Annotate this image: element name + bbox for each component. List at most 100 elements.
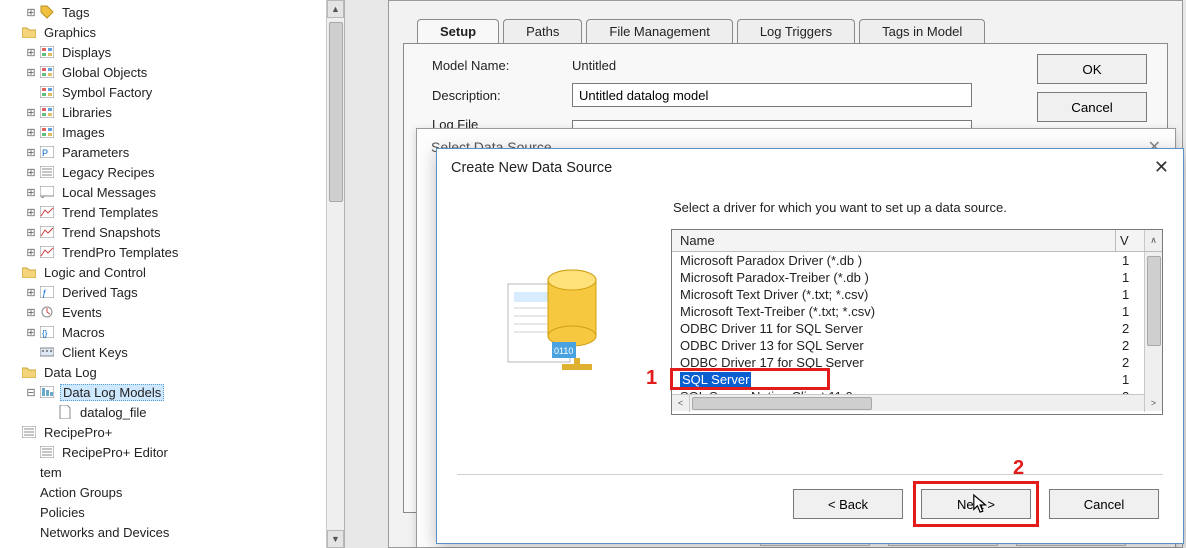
tree-item-recipepro-[interactable]: RecipePro+ xyxy=(0,422,344,442)
tree-item-legacy-recipes[interactable]: ⊞ Legacy Recipes xyxy=(0,162,344,182)
create-new-data-source-dialog: Create New Data Source ✕ 0110 xyxy=(436,148,1184,544)
tree-expander-icon[interactable]: ⊞ xyxy=(24,106,38,119)
scroll-up-button[interactable]: ▲ xyxy=(327,0,344,18)
description-input[interactable] xyxy=(572,83,972,107)
tree-expander-icon[interactable]: ⊞ xyxy=(24,146,38,159)
tree-item-label: Graphics xyxy=(42,25,98,40)
tree-item-label: Trend Snapshots xyxy=(60,225,163,240)
tree-item-policies[interactable]: Policies xyxy=(0,502,344,522)
driver-hscroll-thumb[interactable] xyxy=(692,397,872,410)
tree-item-data-log[interactable]: Data Log xyxy=(0,362,344,382)
project-explorer-tree[interactable]: ⊞TagsGraphics⊞Displays⊞Global ObjectsSym… xyxy=(0,0,345,548)
tree-expander-icon[interactable]: ⊟ xyxy=(24,386,38,399)
folder-icon xyxy=(20,264,38,280)
tree-item-recipepro-editor[interactable]: RecipePro+ Editor xyxy=(0,442,344,462)
driver-vscroll-thumb[interactable] xyxy=(1147,256,1161,346)
tab-log-triggers[interactable]: Log Triggers xyxy=(737,19,855,43)
tree-expander-icon[interactable]: ⊞ xyxy=(24,226,38,239)
tree-item-libraries[interactable]: ⊞ Libraries xyxy=(0,102,344,122)
tree-expander-icon[interactable]: ⊞ xyxy=(24,286,38,299)
tree-vertical-scrollbar[interactable]: ▲ ▼ xyxy=(326,0,344,548)
tree-item-client-keys[interactable]: Client Keys xyxy=(0,342,344,362)
driver-row-microsoft-paradox-treiber-db-[interactable]: Microsoft Paradox-Treiber (*.db )1 xyxy=(672,269,1162,286)
tab-file-management[interactable]: File Management xyxy=(586,19,732,43)
tree-expander-icon[interactable]: ⊞ xyxy=(24,186,38,199)
next-button[interactable]: Next > xyxy=(921,489,1031,519)
scroll-down-button[interactable]: ▼ xyxy=(327,530,344,548)
driver-col-name-header[interactable]: Name xyxy=(672,230,1116,251)
tree-expander-icon[interactable]: ⊞ xyxy=(24,66,38,79)
tree-item-trend-templates[interactable]: ⊞Trend Templates xyxy=(0,202,344,222)
driver-horizontal-scrollbar[interactable]: < > xyxy=(672,394,1162,411)
tree-expander-icon[interactable]: ⊞ xyxy=(24,206,38,219)
tree-item-label: RecipePro+ Editor xyxy=(60,445,170,460)
cnds-title-text: Create New Data Source xyxy=(451,160,612,176)
tree-expander-icon[interactable]: ⊞ xyxy=(24,246,38,259)
tree-item-label: Libraries xyxy=(60,105,114,120)
tree-item-data-log-models[interactable]: ⊟Data Log Models xyxy=(0,382,344,402)
tree-item-derived-tags[interactable]: ⊞ƒDerived Tags xyxy=(0,282,344,302)
driver-row-microsoft-text-driver-txt-csv-[interactable]: Microsoft Text Driver (*.txt; *.csv)1 xyxy=(672,286,1162,303)
tree-item-global-objects[interactable]: ⊞ Global Objects xyxy=(0,62,344,82)
tab-tags-in-model[interactable]: Tags in Model xyxy=(859,19,985,43)
tree-item-trendpro-templates[interactable]: ⊞TrendPro Templates xyxy=(0,242,344,262)
database-document-icon: 0110 xyxy=(502,254,612,384)
driver-hscroll-right[interactable]: > xyxy=(1144,395,1162,412)
tree-item-parameters[interactable]: ⊞PParameters xyxy=(0,142,344,162)
tree-item-label: Legacy Recipes xyxy=(60,165,157,180)
tree-expander-icon[interactable]: ⊞ xyxy=(24,46,38,59)
svg-text:P: P xyxy=(42,148,48,158)
cancel-button[interactable]: Cancel xyxy=(1037,92,1147,122)
tree-item-datalog-file[interactable]: datalog_file xyxy=(0,402,344,422)
driver-header-scroll-up[interactable]: ∧ xyxy=(1144,230,1162,251)
msg-icon xyxy=(38,184,56,200)
driver-vertical-scrollbar[interactable] xyxy=(1144,252,1162,397)
ok-button[interactable]: OK xyxy=(1037,54,1147,84)
cnds-instruction-text: Select a driver for which you want to se… xyxy=(673,200,1163,215)
tree-item-local-messages[interactable]: ⊞Local Messages xyxy=(0,182,344,202)
grid-icon xyxy=(38,84,56,100)
keys-icon xyxy=(38,344,56,360)
tree-item-trend-snapshots[interactable]: ⊞ Trend Snapshots xyxy=(0,222,344,242)
cnds-cancel-button[interactable]: Cancel xyxy=(1049,489,1159,519)
tree-expander-icon[interactable]: ⊞ xyxy=(24,6,38,19)
tree-item-events[interactable]: ⊞Events xyxy=(0,302,344,322)
tree-item-label: RecipePro+ xyxy=(42,425,114,440)
driver-row-odbc-driver-17-for-sql-server[interactable]: ODBC Driver 17 for SQL Server2 xyxy=(672,354,1162,371)
blank-icon xyxy=(16,484,34,500)
macro-icon: {} xyxy=(38,324,56,340)
tree-item-logic-and-control[interactable]: Logic and Control xyxy=(0,262,344,282)
tree-item-macros[interactable]: ⊞{}Macros xyxy=(0,322,344,342)
driver-row-microsoft-text-treiber-txt-csv-[interactable]: Microsoft Text-Treiber (*.txt; *.csv)1 xyxy=(672,303,1162,320)
cnds-close-icon[interactable]: ✕ xyxy=(1154,157,1169,178)
driver-row-sql-server[interactable]: SQL Server1 xyxy=(672,371,1162,388)
back-button[interactable]: < Back xyxy=(793,489,903,519)
tree-expander-icon[interactable]: ⊞ xyxy=(24,306,38,319)
driver-list[interactable]: Name V ∧ Microsoft Paradox Driver (*.db … xyxy=(671,229,1163,415)
scroll-thumb[interactable] xyxy=(329,22,343,202)
driver-row-sql-server-native-client-11-0[interactable]: SQL Server Native Client 11.02 xyxy=(672,388,1162,394)
tree-item-action-groups[interactable]: Action Groups xyxy=(0,482,344,502)
tree-expander-icon[interactable]: ⊞ xyxy=(24,166,38,179)
tab-paths[interactable]: Paths xyxy=(503,19,582,43)
driver-row-odbc-driver-11-for-sql-server[interactable]: ODBC Driver 11 for SQL Server2 xyxy=(672,320,1162,337)
tree-item-label: Policies xyxy=(38,505,87,520)
tree-item-graphics[interactable]: Graphics xyxy=(0,22,344,42)
driver-row-microsoft-paradox-driver-db-[interactable]: Microsoft Paradox Driver (*.db )1 xyxy=(672,252,1162,269)
tree-item-symbol-factory[interactable]: Symbol Factory xyxy=(0,82,344,102)
driver-row-odbc-driver-13-for-sql-server[interactable]: ODBC Driver 13 for SQL Server2 xyxy=(672,337,1162,354)
tree-expander-icon[interactable]: ⊞ xyxy=(24,326,38,339)
tree-item-label: Global Objects xyxy=(60,65,149,80)
tree-item-networks-and-devices[interactable]: Networks and Devices xyxy=(0,522,344,542)
tree-item-displays[interactable]: ⊞Displays xyxy=(0,42,344,62)
tab-setup[interactable]: Setup xyxy=(417,19,499,43)
tree-item-images[interactable]: ⊞Images xyxy=(0,122,344,142)
driver-hscroll-left[interactable]: < xyxy=(672,395,690,412)
driver-col-version-header[interactable]: V xyxy=(1116,230,1144,251)
tree-item-label: Logic and Control xyxy=(42,265,148,280)
tree-expander-icon[interactable]: ⊞ xyxy=(24,126,38,139)
tree-item-tags[interactable]: ⊞Tags xyxy=(0,2,344,22)
model-name-value: Untitled xyxy=(572,58,616,73)
svg-text:ƒ: ƒ xyxy=(42,288,47,298)
tree-item-tem[interactable]: tem xyxy=(0,462,344,482)
